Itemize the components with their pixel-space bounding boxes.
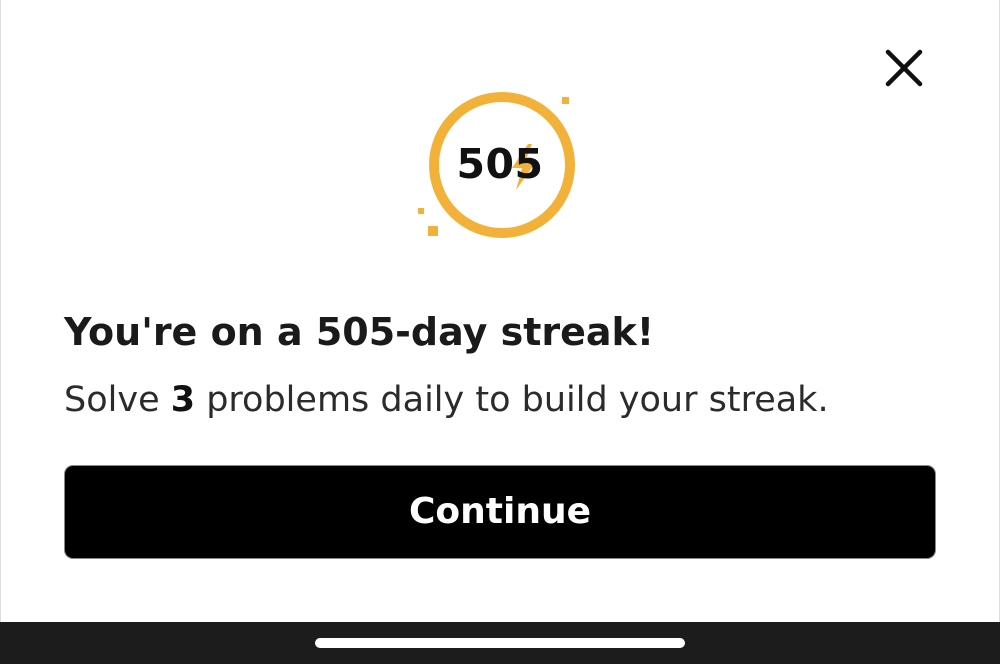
subline-problem-count: 3 [170,380,196,420]
close-icon [885,49,923,87]
sparkle-dot-left-large [428,226,438,236]
subline-suffix: problems daily to build your streak. [195,380,829,420]
sparkle-dot-left-small [418,208,424,214]
streak-headline: You're on a 505-day streak! [64,310,655,354]
dialog-border-left [0,0,1,622]
sparkle-dot-top-right [562,97,569,104]
streak-subline: Solve 3 problems daily to build your str… [64,374,944,426]
continue-button[interactable]: Continue [65,466,935,558]
home-indicator[interactable] [315,638,685,648]
streak-count: 505 [456,140,544,188]
streak-dialog: 505 You're on a 505-day streak! Solve 3 … [0,0,1000,622]
streak-screen: 505 You're on a 505-day streak! Solve 3 … [0,0,1000,664]
close-button[interactable] [878,42,930,94]
subline-prefix: Solve [64,380,171,420]
